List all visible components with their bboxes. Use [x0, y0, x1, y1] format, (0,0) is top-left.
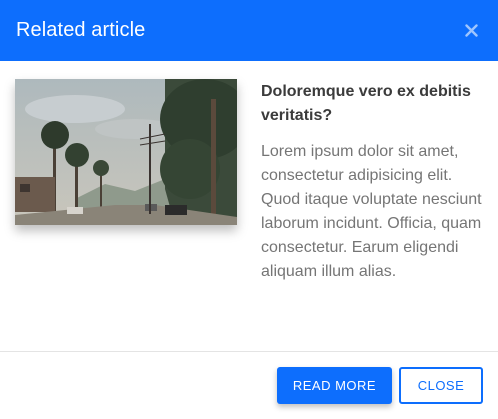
- modal-header: Related article: [0, 0, 498, 61]
- article-image: [15, 79, 237, 225]
- article-body: Lorem ipsum dolor sit amet, consectetur …: [261, 143, 482, 280]
- related-article-modal: Related article Doloremque vero ex debit…: [0, 0, 498, 419]
- close-icon[interactable]: [458, 18, 484, 44]
- article-title: Doloremque vero ex debitis veritatis?: [261, 83, 471, 124]
- modal-footer: READ MORE CLOSE: [0, 352, 498, 419]
- article-text: Doloremque vero ex debitis veritatis? Lo…: [261, 78, 482, 352]
- modal-title: Related article: [16, 19, 146, 41]
- close-button[interactable]: CLOSE: [399, 367, 483, 404]
- modal-body: Doloremque vero ex debitis veritatis? Lo…: [0, 61, 498, 352]
- read-more-button[interactable]: READ MORE: [277, 367, 392, 404]
